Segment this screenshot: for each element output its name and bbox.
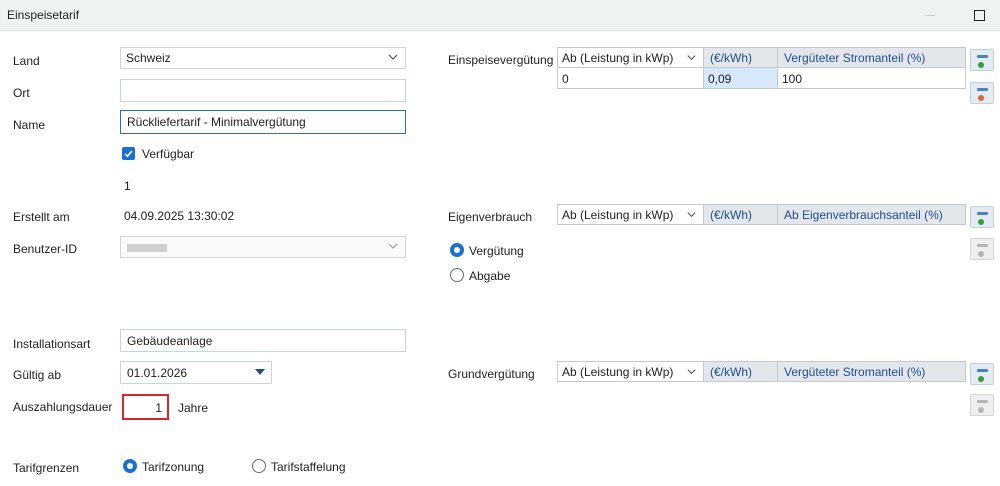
gueltig-label: Gültig ab <box>13 368 62 382</box>
erstellt-label: Erstellt am <box>13 210 70 224</box>
installationsart-field[interactable]: Gebäudeanlage <box>120 329 406 352</box>
remove-dot <box>978 95 984 101</box>
benutzer-select[interactable] <box>120 236 406 258</box>
name-field[interactable]: Rückliefertarif - Minimalvergütung <box>120 110 406 134</box>
installationsart-value: Gebäudeanlage <box>127 334 213 348</box>
auszahlung-unit: Jahre <box>178 401 209 415</box>
add-row-icon <box>977 212 988 215</box>
tarifstaffelung-radio[interactable] <box>252 459 266 473</box>
chevron-down-icon <box>687 55 696 61</box>
gueltig-date-picker[interactable]: 01.01.2026 <box>120 361 272 384</box>
land-value: Schweiz <box>126 51 171 65</box>
einspeise-cell-price[interactable]: 0,09 <box>704 68 778 88</box>
grund-col-price: (€/kWh) <box>704 362 778 381</box>
check-icon <box>124 150 133 158</box>
add-dot <box>978 62 984 68</box>
eigen-col-ab-text: Ab (Leistung in kWp) <box>562 208 674 222</box>
ort-field[interactable] <box>120 79 406 102</box>
eigen-remove-button[interactable] <box>970 238 994 260</box>
abgabe-label: Abgabe <box>469 269 511 283</box>
verfuegbar-checkbox[interactable] <box>122 147 135 160</box>
dropdown-triangle-icon <box>255 369 265 375</box>
einspeise-col-ab[interactable]: Ab (Leistung in kWp) <box>558 48 704 67</box>
add-dot <box>978 376 984 382</box>
einspeise-col-share: Vergüteter Stromanteil (%) <box>784 51 926 65</box>
land-label: Land <box>13 54 40 68</box>
tarifzonung-label: Tarifzonung <box>142 460 205 474</box>
auszahlung-field[interactable]: 1 <box>122 394 169 420</box>
tarifstaffelung-label: Tarifstaffelung <box>271 460 346 474</box>
verfuegbar-label: Verfügbar <box>142 147 195 161</box>
grund-add-button[interactable] <box>970 363 994 385</box>
einspeise-col-price: (€/kWh) <box>704 48 778 67</box>
grund-grid-header: Ab (Leistung in kWp) (€/kWh) Vergüteter … <box>557 361 966 382</box>
redacted-value <box>127 244 167 252</box>
eigen-col-ab[interactable]: Ab (Leistung in kWp) <box>558 205 704 224</box>
remove-dot <box>978 407 984 413</box>
tarifzonung-radio[interactable] <box>123 459 137 473</box>
tarifgrenzen-label: Tarifgrenzen <box>13 461 80 475</box>
minimize-icon[interactable] <box>925 15 935 16</box>
grund-col-ab[interactable]: Ab (Leistung in kWp) <box>558 362 704 381</box>
maximize-icon[interactable] <box>974 10 985 21</box>
table-row[interactable]: 0 0,09 100 <box>557 68 966 89</box>
eigen-add-button[interactable] <box>970 206 994 228</box>
grund-col-ab-text: Ab (Leistung in kWp) <box>562 365 674 379</box>
auszahlung-label: Auszahlungsdauer <box>13 400 113 414</box>
window-title: Einspeisetarif <box>7 8 80 22</box>
verguetung-radio[interactable] <box>450 243 464 257</box>
erstellt-value: 04.09.2025 13:30:02 <box>124 209 235 223</box>
eigen-col-price: (€/kWh) <box>704 205 778 224</box>
chevron-down-icon <box>687 369 696 375</box>
ort-label: Ort <box>13 86 30 100</box>
einspeise-remove-button[interactable] <box>970 82 994 104</box>
abgabe-radio[interactable] <box>450 268 464 282</box>
remove-row-icon <box>977 88 988 91</box>
remove-dot <box>978 251 984 257</box>
eigen-col-share: Ab Eigenverbrauchsanteil (%) <box>784 208 943 222</box>
eigen-label: Eigenverbrauch <box>448 210 533 224</box>
eigen-grid-header: Ab (Leistung in kWp) (€/kWh) Ab Eigenver… <box>557 204 966 225</box>
grund-col-share: Vergüteter Stromanteil (%) <box>784 365 926 379</box>
land-select[interactable]: Schweiz <box>120 47 406 69</box>
benutzer-label: Benutzer-ID <box>13 242 78 256</box>
verguetung-label: Vergütung <box>469 244 524 258</box>
einspeise-label: Einspeisevergütung <box>448 53 554 67</box>
add-row-icon <box>977 369 988 372</box>
auszahlung-value: 1 <box>155 401 162 415</box>
add-dot <box>978 219 984 225</box>
installationsart-label: Installationsart <box>13 337 91 351</box>
chevron-down-icon <box>388 54 398 60</box>
grund-remove-button[interactable] <box>970 394 994 416</box>
einspeise-cell-share[interactable]: 100 <box>778 68 965 88</box>
chevron-down-icon <box>388 243 398 249</box>
einspeise-col-ab-text: Ab (Leistung in kWp) <box>562 51 674 65</box>
grund-label: Grundvergütung <box>448 367 535 381</box>
remove-row-icon <box>977 400 988 403</box>
einspeise-grid-header: Ab (Leistung in kWp) (€/kWh) Vergüteter … <box>557 47 966 68</box>
id-value: 1 <box>124 179 131 193</box>
gueltig-value: 01.01.2026 <box>127 366 188 380</box>
window-titlebar: Einspeisetarif <box>0 0 1000 31</box>
einspeise-cell-ab[interactable]: 0 <box>558 68 704 88</box>
chevron-down-icon <box>687 212 696 218</box>
remove-row-icon <box>977 244 988 247</box>
add-row-icon <box>977 55 988 58</box>
einspeise-add-button[interactable] <box>970 49 994 71</box>
name-value: Rückliefertarif - Minimalvergütung <box>127 115 306 129</box>
name-label: Name <box>13 118 46 132</box>
